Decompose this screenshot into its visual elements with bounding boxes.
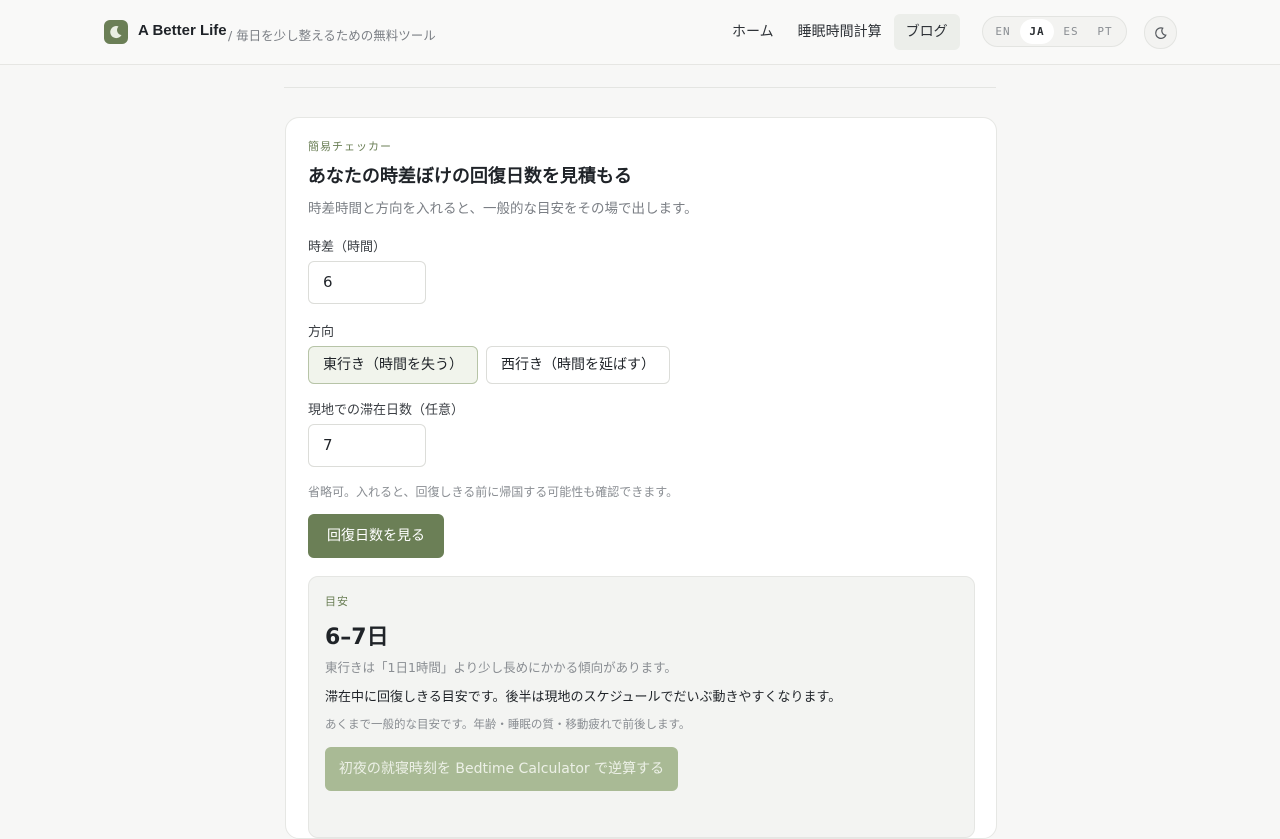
result-value: 6–7日 bbox=[325, 625, 389, 650]
offset-label: 時差（時間） bbox=[308, 240, 387, 255]
lang-en[interactable]: EN bbox=[986, 19, 1020, 44]
direction-east-button[interactable]: 東行き（時間を失う） bbox=[308, 346, 478, 384]
checker-title: あなたの時差ぼけの回復日数を見積もる bbox=[308, 166, 632, 187]
moon-logo-icon[interactable] bbox=[104, 20, 128, 44]
brand-tagline: / 毎日を少し整えるための無料ツール bbox=[228, 28, 436, 43]
nav-sleep-calculator[interactable]: 睡眠時間計算 bbox=[786, 14, 894, 50]
stay-days-label: 現地での滞在日数（任意） bbox=[308, 403, 465, 418]
result-summary: 滞在中に回復しきる目安です。後半は現地のスケジュールでだいぶ動きやすくなります。 bbox=[325, 690, 842, 705]
divider bbox=[284, 87, 996, 88]
language-switcher: EN JA ES PT bbox=[982, 16, 1127, 47]
stay-days-input[interactable]: 7 bbox=[308, 424, 426, 467]
result-note: 東行きは「1日1時間」より少し長めにかかる傾向があります。 bbox=[325, 660, 677, 675]
jetlag-checker-card: 簡易チェッカー あなたの時差ぼけの回復日数を見積もる 時差時間と方向を入れると、… bbox=[285, 117, 997, 839]
checker-description: 時差時間と方向を入れると、一般的な目安をその場で出します。 bbox=[308, 201, 698, 217]
stay-days-hint: 省略可。入れると、回復しきる前に帰国する可能性も確認できます。 bbox=[308, 485, 679, 499]
lang-es[interactable]: ES bbox=[1054, 19, 1088, 44]
offset-input[interactable]: 6 bbox=[308, 261, 426, 304]
top-navigation-bar: A Better Life / 毎日を少し整えるための無料ツール ホーム 睡眠時… bbox=[0, 0, 1280, 65]
bedtime-calculator-button[interactable]: 初夜の就寝時刻を Bedtime Calculator で逆算する bbox=[325, 747, 678, 791]
lang-ja[interactable]: JA bbox=[1020, 19, 1054, 44]
direction-west-button[interactable]: 西行き（時間を延ばす） bbox=[486, 346, 670, 384]
lang-pt[interactable]: PT bbox=[1088, 19, 1122, 44]
result-panel: 目安 6–7日 東行きは「1日1時間」より少し長めにかかる傾向があります。 滞在… bbox=[308, 576, 975, 838]
moon-icon bbox=[1154, 26, 1167, 39]
nav-home[interactable]: ホーム bbox=[720, 14, 786, 50]
main-nav: ホーム 睡眠時間計算 ブログ bbox=[720, 14, 960, 50]
nav-blog[interactable]: ブログ bbox=[893, 14, 960, 50]
show-recovery-days-button[interactable]: 回復日数を見る bbox=[308, 514, 444, 558]
brand-name[interactable]: A Better Life bbox=[138, 22, 227, 39]
checker-eyebrow: 簡易チェッカー bbox=[308, 140, 392, 153]
direction-label: 方向 bbox=[308, 325, 335, 340]
theme-toggle-button[interactable] bbox=[1144, 16, 1177, 49]
result-disclaimer: あくまで一般的な目安です。年齢・睡眠の質・移動疲れで前後します。 bbox=[325, 717, 691, 731]
result-eyebrow: 目安 bbox=[325, 595, 349, 608]
